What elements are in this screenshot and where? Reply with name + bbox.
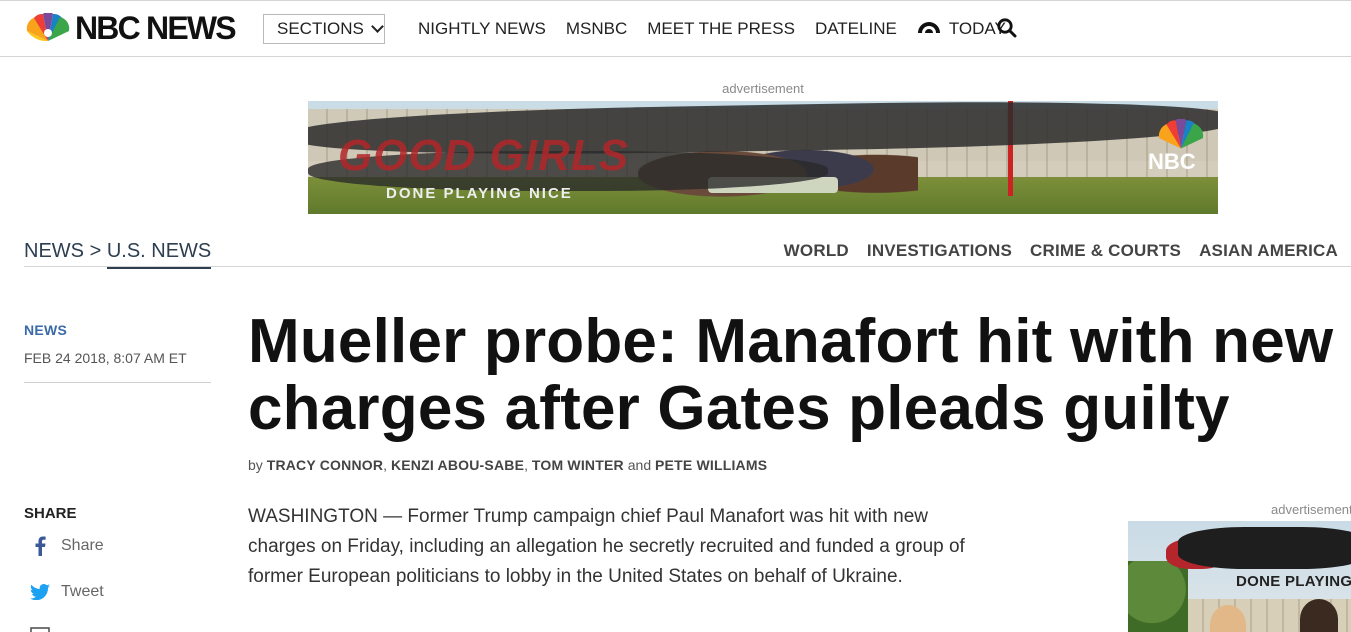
author-link[interactable]: PETE WILLIAMS xyxy=(655,457,767,473)
author-and: and xyxy=(627,457,652,473)
headline-line-2: charges after Gates pleads guilty xyxy=(248,374,1230,443)
article-category[interactable]: NEWS xyxy=(24,322,67,338)
breadcrumb: NEWS > U.S. NEWS xyxy=(24,240,212,269)
main-nav-links: NIGHTLY NEWS MSNBC MEET THE PRESS DATELI… xyxy=(418,19,1046,39)
author-link[interactable]: KENZI ABOU-SABE xyxy=(391,457,524,473)
section-divider xyxy=(24,266,1351,267)
subnav-crime-courts[interactable]: CRIME & COURTS xyxy=(1030,241,1181,261)
article-date: FEB 24 2018, 8:07 AM ET xyxy=(24,350,187,366)
nbc-news-logo[interactable]: NBC NEWS xyxy=(24,9,237,46)
ad-tagline: DONE PLAYING NICE xyxy=(386,185,573,202)
subnav-investigations[interactable]: INVESTIGATIONS xyxy=(867,241,1012,261)
breadcrumb-us-news[interactable]: U.S. NEWS xyxy=(106,240,212,269)
author-separator: , xyxy=(524,457,528,473)
nbc-peacock-icon xyxy=(1158,119,1204,149)
ad-redaction xyxy=(1178,527,1351,569)
nav-meet-the-press[interactable]: MEET THE PRESS xyxy=(647,19,795,39)
banner-advertisement[interactable]: GOOD GIRLS DONE PLAYING NICE NBC xyxy=(308,101,1218,214)
nav-msnbc[interactable]: MSNBC xyxy=(566,19,627,39)
logo-wordmark: NBC NEWS xyxy=(75,9,237,46)
search-icon[interactable] xyxy=(996,17,1018,39)
side-ad-tagline: DONE PLAYING xyxy=(1236,573,1351,590)
chevron-down-icon xyxy=(371,20,384,33)
byline-prefix: by xyxy=(248,457,263,473)
facebook-share-label: Share xyxy=(61,537,104,554)
ad-brand-text: GOOD GIRLS xyxy=(338,131,630,180)
breadcrumb-separator: > xyxy=(89,240,102,262)
nav-nightly-news[interactable]: NIGHTLY NEWS xyxy=(418,19,546,39)
article-headline: Mueller probe: Manafort hit with new cha… xyxy=(248,308,1351,442)
sections-label: SECTIONS xyxy=(277,19,364,38)
breadcrumb-news[interactable]: NEWS xyxy=(24,240,84,262)
sections-dropdown[interactable]: SECTIONS xyxy=(263,14,385,44)
email-share-button[interactable] xyxy=(30,624,61,632)
side-advertisement[interactable]: DONE PLAYING xyxy=(1128,521,1351,632)
email-icon xyxy=(30,624,50,632)
side-advertisement-label: advertisement xyxy=(1271,502,1351,517)
author-link[interactable]: TOM WINTER xyxy=(532,457,624,473)
article-body-paragraph: WASHINGTON — Former Trump campaign chief… xyxy=(248,506,965,587)
share-title: SHARE xyxy=(24,505,77,522)
author-link[interactable]: TRACY CONNOR xyxy=(267,457,383,473)
facebook-icon xyxy=(30,536,50,556)
article-byline: by TRACY CONNOR, KENZI ABOU-SABE, TOM WI… xyxy=(248,457,767,473)
advertisement-label: advertisement xyxy=(722,81,804,96)
top-navigation: NBC NEWS SECTIONS NIGHTLY NEWS MSNBC MEE… xyxy=(0,0,1351,57)
twitter-icon xyxy=(30,582,50,602)
subnav-asian-america[interactable]: ASIAN AMERICA xyxy=(1199,241,1338,261)
ad-person-image xyxy=(1300,599,1338,632)
section-subnav: WORLD INVESTIGATIONS CRIME & COURTS ASIA… xyxy=(766,241,1338,261)
author-separator: , xyxy=(383,457,388,473)
ad-network-label: NBC xyxy=(1148,149,1196,174)
twitter-share-button[interactable]: Tweet xyxy=(30,582,104,602)
twitter-share-label: Tweet xyxy=(61,583,104,600)
facebook-share-button[interactable]: Share xyxy=(30,536,104,556)
nav-dateline[interactable]: DATELINE xyxy=(815,19,897,39)
peacock-icon xyxy=(26,13,70,42)
today-sunrise-icon xyxy=(917,22,940,33)
meta-divider xyxy=(24,382,211,383)
headline-line-1: Mueller probe: Manafort hit with new xyxy=(248,307,1334,376)
subnav-world[interactable]: WORLD xyxy=(784,241,849,261)
ad-tree xyxy=(1128,561,1188,632)
